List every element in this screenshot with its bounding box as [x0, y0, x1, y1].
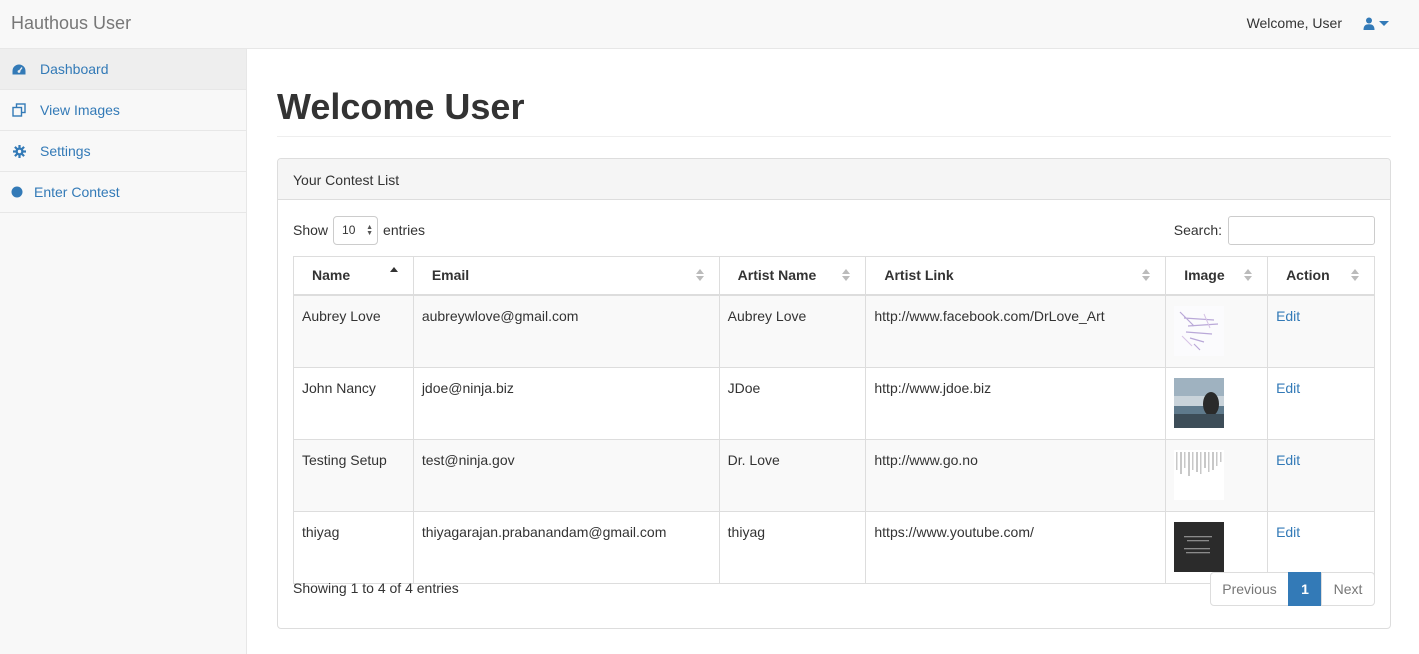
table-info: Showing 1 to 4 of 4 entries [293, 580, 459, 596]
next-page-button[interactable]: Next [1321, 572, 1375, 606]
table-row: John Nancy jdoe@ninja.biz JDoe http://ww… [293, 366, 1375, 440]
entries-select-value: 10 [342, 223, 356, 237]
column-header-artist-name[interactable]: Artist Name [718, 256, 867, 296]
welcome-text: Welcome, User [1246, 15, 1342, 31]
top-navbar: Hauthous User Welcome, User [0, 0, 1419, 49]
cell-action: Edit [1267, 294, 1375, 368]
entries-label: entries [383, 222, 426, 238]
sidebar-item-enter-contest[interactable]: Enter Contest [0, 172, 246, 213]
images-icon [12, 103, 26, 117]
contest-list-panel: Your Contest List Show 10 ▲ ▼ entries Sea… [277, 158, 1391, 629]
search-label: Search: [1173, 222, 1222, 238]
sort-icon [695, 269, 705, 283]
sidebar-item-settings[interactable]: Settings [0, 131, 246, 172]
previous-page-button[interactable]: Previous [1210, 572, 1289, 606]
cell-artist-link: http://www.jdoe.biz [865, 366, 1167, 440]
show-label: Show [293, 222, 329, 238]
cell-email: jdoe@ninja.biz [412, 366, 720, 440]
sidebar-item-label: Enter Contest [34, 184, 120, 200]
column-header-label: Image [1184, 267, 1225, 284]
photo-thumbnail[interactable] [1174, 377, 1225, 428]
artwork-thumbnail[interactable] [1174, 305, 1225, 356]
cell-artist-link: http://www.go.no [865, 438, 1167, 512]
entries-select[interactable]: 10 ▲ ▼ [333, 215, 379, 245]
edit-link[interactable]: Edit [1276, 452, 1300, 468]
column-header-label: Email [431, 267, 470, 284]
panel-heading: Your Contest List [278, 159, 1390, 200]
gear-icon [12, 144, 26, 158]
pattern-thumbnail[interactable] [1174, 449, 1225, 500]
cell-image [1165, 366, 1269, 440]
cell-image [1165, 294, 1269, 368]
cell-artist-link: http://www.facebook.com/DrLove_Art [865, 294, 1167, 368]
sidebar-item-dashboard[interactable]: Dashboard [0, 49, 246, 90]
cell-artist-name: thiyag [718, 510, 867, 584]
cell-artist-name: Aubrey Love [718, 294, 867, 368]
user-menu-toggle[interactable] [1363, 14, 1389, 32]
column-header-label: Name [312, 267, 351, 284]
circle-icon [10, 185, 24, 199]
cell-email: thiyagarajan.prabanandam@gmail.com [412, 510, 720, 584]
user-icon [1363, 17, 1375, 30]
contest-table: Name Email Artist Name Artist Link Image… [293, 256, 1375, 584]
page-1-button[interactable]: 1 [1288, 572, 1322, 606]
cell-artist-name: JDoe [718, 366, 867, 440]
column-header-label: Action [1286, 267, 1330, 284]
table-row: Aubrey Love aubreywlove@gmail.com Aubrey… [293, 294, 1375, 368]
sidebar-item-label: View Images [40, 102, 120, 118]
column-header-email[interactable]: Email [412, 256, 720, 296]
cell-name: thiyag [293, 510, 414, 584]
cell-name: John Nancy [293, 366, 414, 440]
sidebar: Dashboard View Images Settings Enter Con… [0, 49, 247, 654]
sort-ascending-icon [389, 267, 399, 281]
edit-link[interactable]: Edit [1276, 380, 1300, 396]
column-header-image[interactable]: Image [1165, 256, 1269, 296]
brand-title[interactable]: Hauthous User [11, 13, 131, 34]
select-arrows-icon: ▲ ▼ [366, 223, 374, 237]
table-header-row: Name Email Artist Name Artist Link Image… [293, 256, 1375, 296]
cell-email: test@ninja.gov [412, 438, 720, 512]
column-header-name[interactable]: Name [293, 256, 414, 296]
cell-email: aubreywlove@gmail.com [412, 294, 720, 368]
title-divider [277, 136, 1391, 137]
page-title: Welcome User [277, 86, 525, 127]
column-header-label: Artist Name [737, 267, 817, 284]
dark-thumbnail[interactable] [1174, 521, 1225, 572]
pagination: Previous 1 Next [1210, 572, 1375, 606]
cell-action: Edit [1267, 438, 1375, 512]
sort-icon [1142, 269, 1151, 283]
chevron-down-icon [1379, 20, 1389, 26]
cell-name: Aubrey Love [293, 294, 414, 368]
cell-action: Edit [1267, 366, 1375, 440]
search-control: Search: [1174, 215, 1375, 245]
edit-link[interactable]: Edit [1276, 524, 1300, 540]
column-header-label: Artist Link [884, 267, 954, 284]
entries-length-control: Show 10 ▲ ▼ entries [293, 215, 425, 245]
cell-artist-link: https://www.youtube.com/ [865, 510, 1167, 584]
sort-icon [1351, 269, 1360, 283]
sidebar-item-view-images[interactable]: View Images [0, 90, 246, 131]
cell-artist-name: Dr. Love [718, 438, 867, 512]
sort-icon [842, 269, 851, 283]
table-row: Testing Setup test@ninja.gov Dr. Love ht… [293, 438, 1375, 512]
edit-link[interactable]: Edit [1276, 308, 1300, 324]
sidebar-item-label: Dashboard [40, 61, 109, 77]
dashboard-icon [12, 62, 26, 76]
sort-icon [1244, 269, 1253, 283]
column-header-action[interactable]: Action [1267, 256, 1375, 296]
cell-image [1165, 438, 1269, 512]
search-input[interactable] [1228, 215, 1375, 245]
cell-name: Testing Setup [293, 438, 414, 512]
column-header-artist-link[interactable]: Artist Link [865, 256, 1167, 296]
sidebar-item-label: Settings [40, 143, 91, 159]
